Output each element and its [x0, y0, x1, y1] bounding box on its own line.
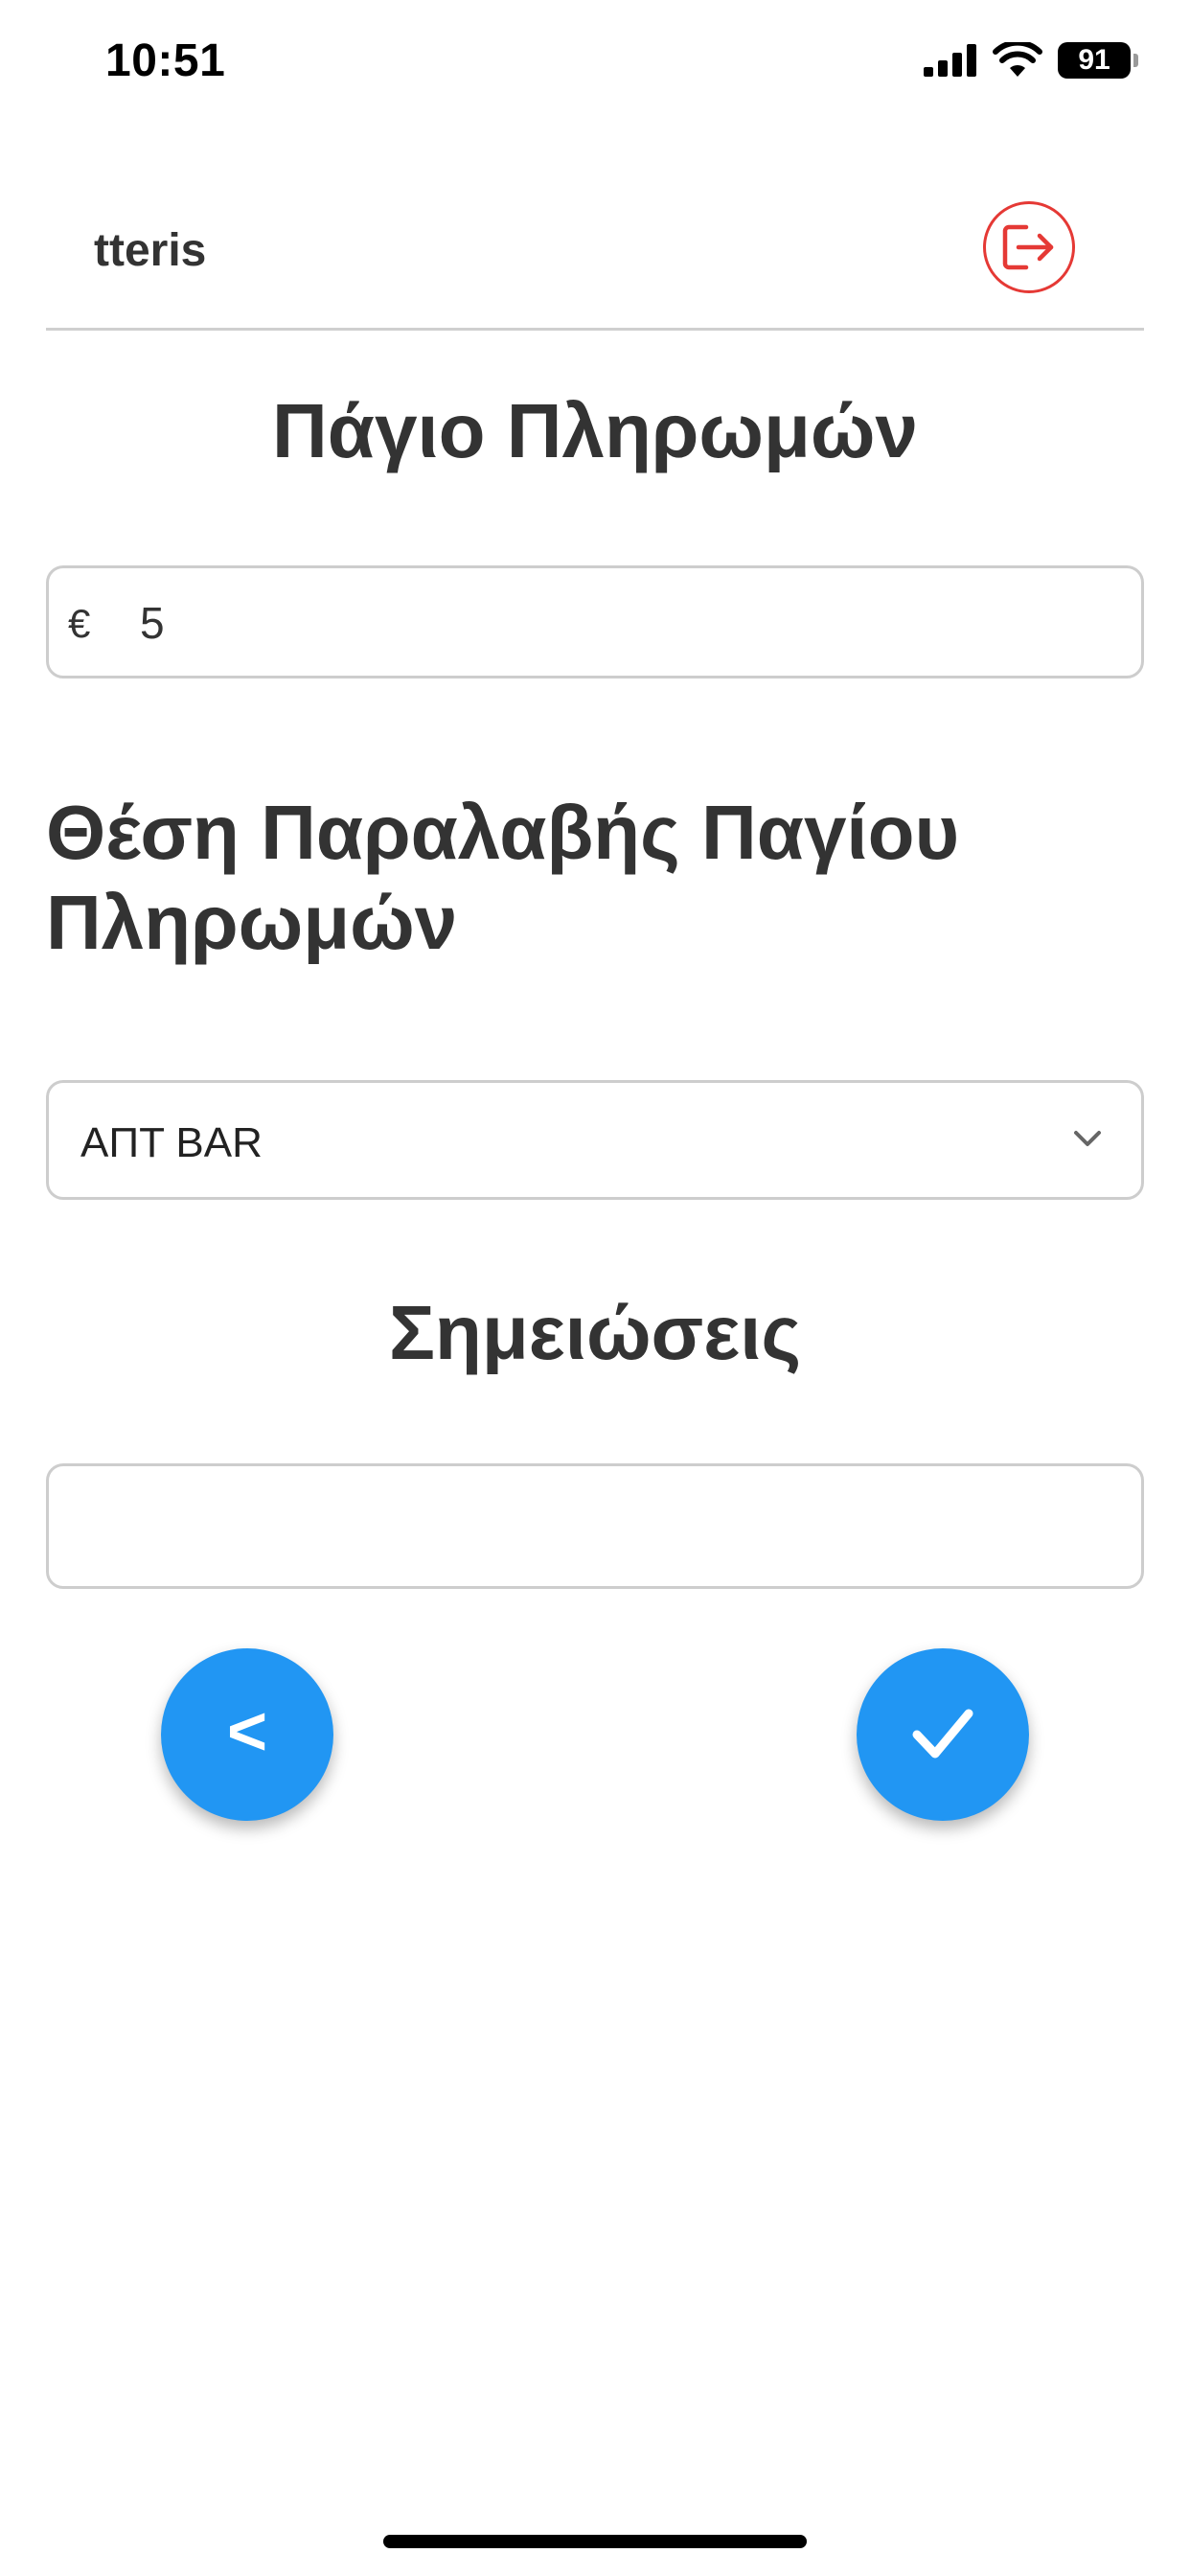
amount-input[interactable]: € 5 [46, 565, 1144, 678]
back-button-label: < [226, 1693, 268, 1770]
wifi-icon [993, 42, 1042, 77]
battery-level: 91 [1078, 44, 1110, 76]
home-indicator [383, 2535, 807, 2548]
battery-icon: 91 [1058, 42, 1138, 79]
notes-input[interactable] [46, 1463, 1144, 1589]
status-time: 10:51 [105, 35, 226, 86]
checkmark-icon [912, 1709, 973, 1759]
confirm-button[interactable] [857, 1648, 1029, 1821]
location-selected-value: ΑΠΤ BAR [80, 1119, 263, 1166]
logout-button[interactable] [983, 201, 1075, 293]
amount-value: 5 [140, 598, 165, 648]
back-button[interactable]: < [161, 1648, 333, 1821]
notes-title: Σημειώσεις [388, 1290, 802, 1375]
chevron-down-icon [1074, 1131, 1101, 1146]
amount-title: Πάγιο Πληρωμών [272, 388, 918, 473]
currency-symbol: € [68, 601, 91, 646]
app-header: tteris [46, 182, 1144, 331]
status-bar: 10:51 91 [0, 0, 1190, 134]
username-label: tteris [94, 225, 207, 276]
status-icons: 91 [924, 42, 1138, 79]
logout-icon [1002, 224, 1054, 270]
location-select[interactable]: ΑΠΤ BAR [46, 1080, 1144, 1200]
cellular-signal-icon [924, 44, 976, 77]
location-title: Θέση Παραλαβής Παγίου Πληρωμών [46, 790, 960, 965]
